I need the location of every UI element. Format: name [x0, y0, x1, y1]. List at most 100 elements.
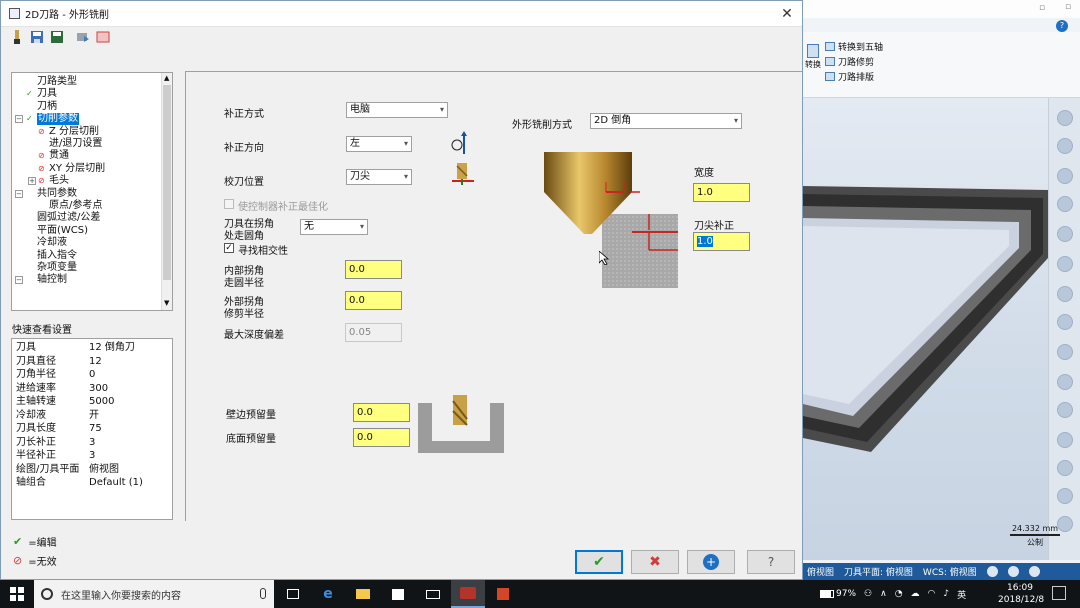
tree-item[interactable]: 进/退刀设置: [38, 138, 102, 150]
comp-type-select[interactable]: 电脑 ▾: [346, 102, 448, 118]
plane-icon[interactable]: [1057, 256, 1073, 272]
explorer-button[interactable]: [346, 580, 380, 608]
scroll-up-icon[interactable]: ▲: [164, 74, 169, 82]
tree-item[interactable]: 杂项变量: [26, 262, 77, 274]
wall-stock-input[interactable]: 0.0: [353, 403, 410, 422]
snap-icon[interactable]: [1057, 488, 1073, 504]
tree-item[interactable]: 共同参数: [26, 188, 77, 200]
pan-icon[interactable]: [1057, 138, 1073, 154]
tip-comp-select[interactable]: 刀尖 ▾: [346, 169, 412, 185]
tree-item[interactable]: 圆弧过滤/公差: [26, 212, 100, 224]
quick-view-value: 12: [89, 355, 102, 367]
measure-icon[interactable]: [1057, 286, 1073, 302]
tree-item[interactable]: 轴控制: [26, 274, 67, 286]
level-icon[interactable]: [1057, 432, 1073, 448]
onedrive-icon[interactable]: ☁: [911, 589, 920, 599]
minimize-icon[interactable]: ▫: [1039, 3, 1045, 13]
max-depth-input[interactable]: 0.05: [345, 323, 402, 342]
apply-button[interactable]: +: [687, 550, 735, 574]
tree-item[interactable]: 原点/参考点: [38, 200, 102, 212]
tree-item[interactable]: 插入指令: [26, 250, 77, 262]
globe-icon[interactable]: [986, 566, 998, 577]
volume-icon[interactable]: ♪: [943, 589, 949, 599]
tree-item[interactable]: 刀柄: [26, 101, 57, 113]
rotate-icon[interactable]: [1057, 168, 1073, 184]
store-button[interactable]: [381, 580, 415, 608]
ribbon-trim-button[interactable]: 刀路修剪: [825, 55, 874, 68]
tree-item[interactable]: ⊘ 贯通: [38, 150, 69, 162]
scroll-down-icon[interactable]: ▼: [164, 299, 169, 307]
ribbon-nesting-button[interactable]: 刀路排版: [825, 70, 874, 83]
ribbon-five-axis-button[interactable]: 转换到五轴: [825, 40, 883, 53]
graphics-viewport[interactable]: [803, 98, 1048, 560]
display-icon[interactable]: [1028, 566, 1040, 577]
expand-icon[interactable]: +: [28, 177, 36, 186]
battery-icon[interactable]: 97%: [820, 589, 856, 599]
tree-item[interactable]: ✓ 切削参数: [26, 113, 79, 126]
people-icon[interactable]: ⚇: [864, 589, 872, 599]
start-button[interactable]: [0, 580, 34, 608]
collapse-icon[interactable]: −: [15, 189, 23, 198]
tool-icon[interactable]: [9, 29, 25, 45]
quick-view-key: 刀具直径: [16, 355, 56, 367]
status-wcs[interactable]: WCS: 俯视图: [923, 565, 977, 578]
chevron-up-icon[interactable]: ∧: [880, 589, 887, 599]
close-icon[interactable]: ✕: [778, 5, 796, 23]
floor-stock-input[interactable]: 0.0: [353, 428, 410, 447]
tree-scroll-thumb[interactable]: [163, 85, 171, 280]
status-tool-plane[interactable]: 刀具平面: 俯视图: [844, 565, 913, 578]
wifi-icon[interactable]: ◠: [928, 589, 936, 599]
task-view-button[interactable]: [276, 580, 310, 608]
network-icon[interactable]: ◔: [895, 589, 903, 599]
checkmark-icon: ✓: [26, 89, 33, 99]
import-icon[interactable]: [75, 29, 91, 45]
tree-item[interactable]: ⊘ XY 分层切削: [38, 163, 105, 175]
tree-item[interactable]: 刀路类型: [26, 76, 77, 88]
powerpoint-button[interactable]: [486, 580, 520, 608]
ime-indicator[interactable]: 英: [957, 588, 966, 601]
microphone-icon[interactable]: [260, 588, 266, 599]
width-input[interactable]: 1.0: [693, 183, 750, 202]
tip-offset-input[interactable]: 1.0: [693, 232, 750, 251]
infinite-checkbox[interactable]: ✓: [224, 243, 234, 253]
view-icon[interactable]: [1057, 196, 1073, 212]
inner-corner-input[interactable]: 0.0: [345, 260, 402, 279]
taskbar-search[interactable]: 在这里输入你要搜索的内容: [34, 580, 274, 608]
grid-icon[interactable]: [1007, 566, 1019, 577]
contour-type-select[interactable]: 2D 倒角 ▾: [590, 113, 742, 129]
color-icon[interactable]: [1057, 374, 1073, 390]
corner-select[interactable]: 无 ▾: [300, 219, 368, 235]
tree-item[interactable]: 冷却液: [26, 237, 67, 249]
outer-corner-input[interactable]: 0.0: [345, 291, 402, 310]
help-button[interactable]: ?: [747, 550, 795, 574]
zoom-icon[interactable]: [1057, 110, 1073, 126]
save-icon[interactable]: [29, 29, 45, 45]
tree-item[interactable]: ✓ 刀具: [26, 88, 57, 100]
mastercam-button[interactable]: [451, 580, 485, 608]
attribute-icon[interactable]: [1057, 402, 1073, 418]
help-icon[interactable]: ?: [1056, 20, 1068, 32]
filter-icon[interactable]: [1057, 460, 1073, 476]
layer-icon[interactable]: [1057, 344, 1073, 360]
mail-button[interactable]: [416, 580, 450, 608]
tree-item[interactable]: ⊘ 毛头: [38, 175, 69, 187]
save-all-icon[interactable]: [49, 29, 65, 45]
ribbon-transform-button[interactable]: 转换: [805, 44, 821, 70]
tree-scrollbar[interactable]: ▲ ▼: [161, 73, 172, 310]
library-icon[interactable]: [95, 29, 111, 45]
edge-button[interactable]: e: [311, 580, 345, 608]
collapse-icon[interactable]: −: [15, 276, 23, 285]
clock[interactable]: 16:09 2018/12/8: [998, 582, 1044, 606]
ok-button[interactable]: ✔: [575, 550, 623, 574]
status-gview[interactable]: 俯视图: [807, 565, 834, 578]
maximize-icon[interactable]: ▫: [1065, 2, 1071, 12]
notification-icon[interactable]: [1052, 586, 1066, 600]
shade-icon[interactable]: [1057, 226, 1073, 242]
tree-item[interactable]: ⊘ Z 分层切削: [38, 126, 99, 138]
analyze-icon[interactable]: [1057, 314, 1073, 330]
cancel-button[interactable]: ✖: [631, 550, 679, 574]
tree-item[interactable]: 平面(WCS): [26, 225, 88, 237]
comp-dir-select[interactable]: 左 ▾: [346, 136, 412, 152]
collapse-icon[interactable]: −: [15, 115, 23, 124]
optimize-checkbox[interactable]: [224, 199, 234, 209]
